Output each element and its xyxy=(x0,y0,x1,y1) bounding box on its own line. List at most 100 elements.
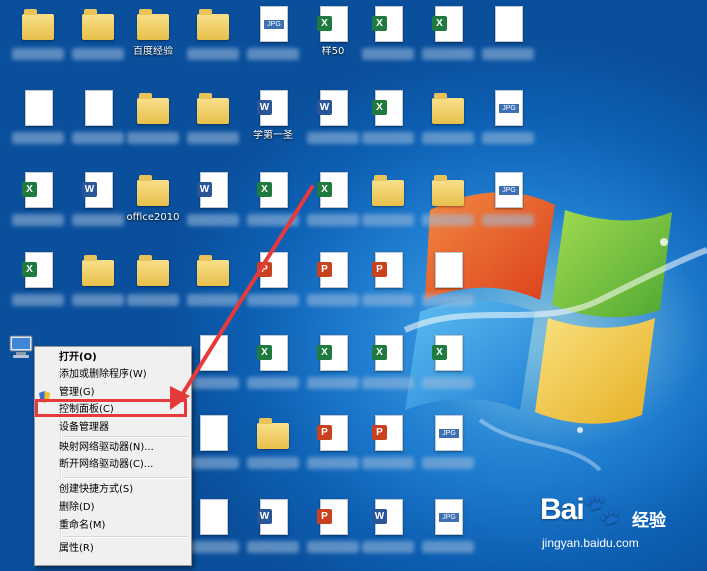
menu-item[interactable]: 断开网络驱动器(C)... xyxy=(59,456,153,473)
paw-icon: 🐾 xyxy=(583,493,621,526)
desktop-icon[interactable]: X xyxy=(305,170,361,234)
excel-icon: X xyxy=(372,335,404,371)
blurred-label xyxy=(12,48,64,60)
blurred-label xyxy=(187,48,239,60)
menu-item[interactable]: 添加或删除程序(W) xyxy=(59,366,147,383)
desktop-icon[interactable] xyxy=(185,497,241,561)
desktop-icon[interactable]: X xyxy=(10,170,66,234)
desktop-icon[interactable]: X xyxy=(420,333,476,397)
desktop-icon[interactable]: P xyxy=(305,250,361,314)
powerpoint-icon: P xyxy=(317,499,349,535)
word-icon: W xyxy=(372,499,404,535)
menu-item[interactable]: 设备管理器 xyxy=(59,419,109,436)
blurred-label xyxy=(247,294,299,306)
desktop-icon[interactable] xyxy=(185,4,241,68)
blurred-label xyxy=(12,294,64,306)
folder-icon xyxy=(137,172,169,208)
blurred-label xyxy=(422,294,474,306)
desktop-icon[interactable]: X xyxy=(245,170,301,234)
desktop-icon[interactable]: P xyxy=(305,497,361,561)
desktop-icon[interactable]: P xyxy=(305,413,361,477)
folder-icon xyxy=(137,90,169,126)
blurred-label xyxy=(187,457,239,469)
desktop-icon[interactable] xyxy=(185,88,241,152)
folder-icon xyxy=(257,415,289,451)
jpg-file-icon: JPG xyxy=(432,415,464,451)
desktop-icon[interactable] xyxy=(480,4,536,68)
blurred-label xyxy=(127,132,179,144)
desktop-icon[interactable]: 百度经验 xyxy=(125,4,181,68)
desktop-icon[interactable]: P xyxy=(360,413,416,477)
desktop-icon[interactable] xyxy=(420,88,476,152)
desktop-icon[interactable]: W xyxy=(305,88,361,152)
menu-item[interactable]: 映射网络驱动器(N)... xyxy=(59,439,154,456)
excel-icon: X xyxy=(432,335,464,371)
desktop-icon[interactable]: W xyxy=(70,170,126,234)
desktop-icon[interactable]: JPG xyxy=(480,170,536,234)
desktop-icon[interactable] xyxy=(185,333,241,397)
folder-icon xyxy=(137,6,169,42)
desktop-icon[interactable]: office2010 xyxy=(125,170,181,234)
blurred-label xyxy=(482,214,534,226)
desktop-icon[interactable] xyxy=(10,4,66,68)
watermark-url: jingyan.baidu.com xyxy=(542,536,639,550)
computer-icon[interactable] xyxy=(7,333,37,363)
folder-icon xyxy=(372,172,404,208)
desktop-icon[interactable] xyxy=(10,88,66,152)
desktop-icon[interactable]: JPG xyxy=(420,497,476,561)
watermark-suffix: 经验 xyxy=(632,511,666,531)
desktop-icon[interactable]: X 样50 xyxy=(305,4,361,68)
menu-item[interactable]: 创建快捷方式(S) xyxy=(59,481,133,498)
desktop-icon[interactable] xyxy=(360,170,416,234)
desktop-icon[interactable] xyxy=(70,4,126,68)
menu-item[interactable]: 属性(R) xyxy=(59,540,94,557)
powerpoint-icon: P xyxy=(317,415,349,451)
blurred-label xyxy=(247,214,299,226)
menu-separator xyxy=(63,536,188,538)
menu-item[interactable]: 打开(O) xyxy=(59,349,97,366)
desktop-icon[interactable]: X xyxy=(305,333,361,397)
desktop-icon[interactable]: P xyxy=(360,250,416,314)
excel-icon: X xyxy=(372,90,404,126)
desktop-icon[interactable] xyxy=(70,250,126,314)
desktop-icon[interactable] xyxy=(185,250,241,314)
desktop-icon[interactable]: JPG xyxy=(480,88,536,152)
blurred-label xyxy=(187,541,239,553)
desktop-icon[interactable] xyxy=(125,88,181,152)
desktop-icon[interactable]: X xyxy=(10,250,66,314)
desktop-icon[interactable]: X xyxy=(360,4,416,68)
desktop-icon[interactable] xyxy=(70,88,126,152)
word-icon: W xyxy=(257,499,289,535)
menu-item[interactable]: 重命名(M) xyxy=(59,517,105,534)
desktop-icon[interactable]: W xyxy=(360,497,416,561)
desktop-icon[interactable]: W xyxy=(245,497,301,561)
desktop-icon[interactable]: JPG xyxy=(245,4,301,68)
desktop-icon[interactable] xyxy=(185,413,241,477)
desktop-icon[interactable]: JPG xyxy=(420,413,476,477)
desktop-icon[interactable]: W 学第一圣 xyxy=(245,88,301,152)
desktop-icon-label: 样50 xyxy=(321,46,345,57)
blurred-label xyxy=(187,214,239,226)
menu-item[interactable]: 删除(D) xyxy=(59,499,95,516)
excel-icon: X xyxy=(22,252,54,288)
blurred-label xyxy=(247,377,299,389)
blurred-label xyxy=(187,132,239,144)
blurred-label xyxy=(307,132,359,144)
desktop-icon[interactable] xyxy=(245,413,301,477)
document-icon xyxy=(492,6,524,42)
desktop-icon[interactable]: X xyxy=(360,333,416,397)
word-icon: W xyxy=(197,172,229,208)
desktop[interactable]: 百度经验 JPG X 样50 X X W 学第一圣 W X JPG X Woffice2010 W X X JP… xyxy=(0,0,707,571)
desktop-icon[interactable] xyxy=(420,250,476,314)
blurred-label xyxy=(307,541,359,553)
desktop-icon[interactable]: P xyxy=(245,250,301,314)
blurred-label xyxy=(247,541,299,553)
blurred-label xyxy=(127,294,179,306)
desktop-icon[interactable]: X xyxy=(420,4,476,68)
desktop-icon[interactable]: X xyxy=(245,333,301,397)
blurred-label xyxy=(362,457,414,469)
desktop-icon[interactable]: W xyxy=(185,170,241,234)
desktop-icon[interactable]: X xyxy=(360,88,416,152)
desktop-icon[interactable] xyxy=(420,170,476,234)
desktop-icon[interactable] xyxy=(125,250,181,314)
